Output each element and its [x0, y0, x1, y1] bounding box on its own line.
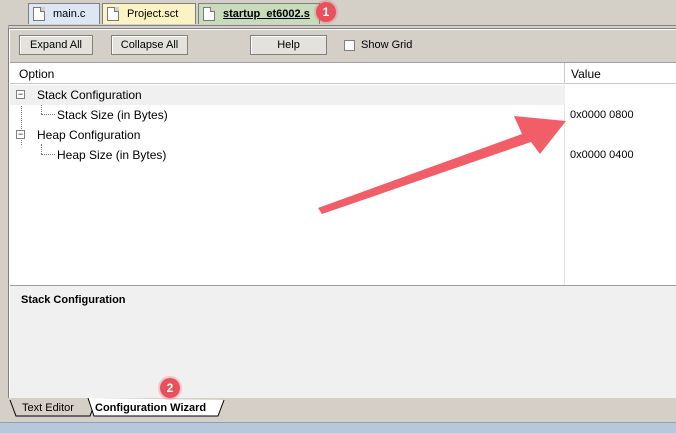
text-editor-tab[interactable]: Text Editor	[22, 400, 74, 416]
configuration-wizard-tab[interactable]: Configuration Wizard	[95, 400, 206, 416]
annotation-arrow-icon	[318, 116, 566, 214]
annotation-badge-2: 2	[160, 378, 180, 398]
status-bar	[0, 422, 676, 433]
view-tab-bar: Text Editor Configuration Wizard	[0, 398, 676, 418]
